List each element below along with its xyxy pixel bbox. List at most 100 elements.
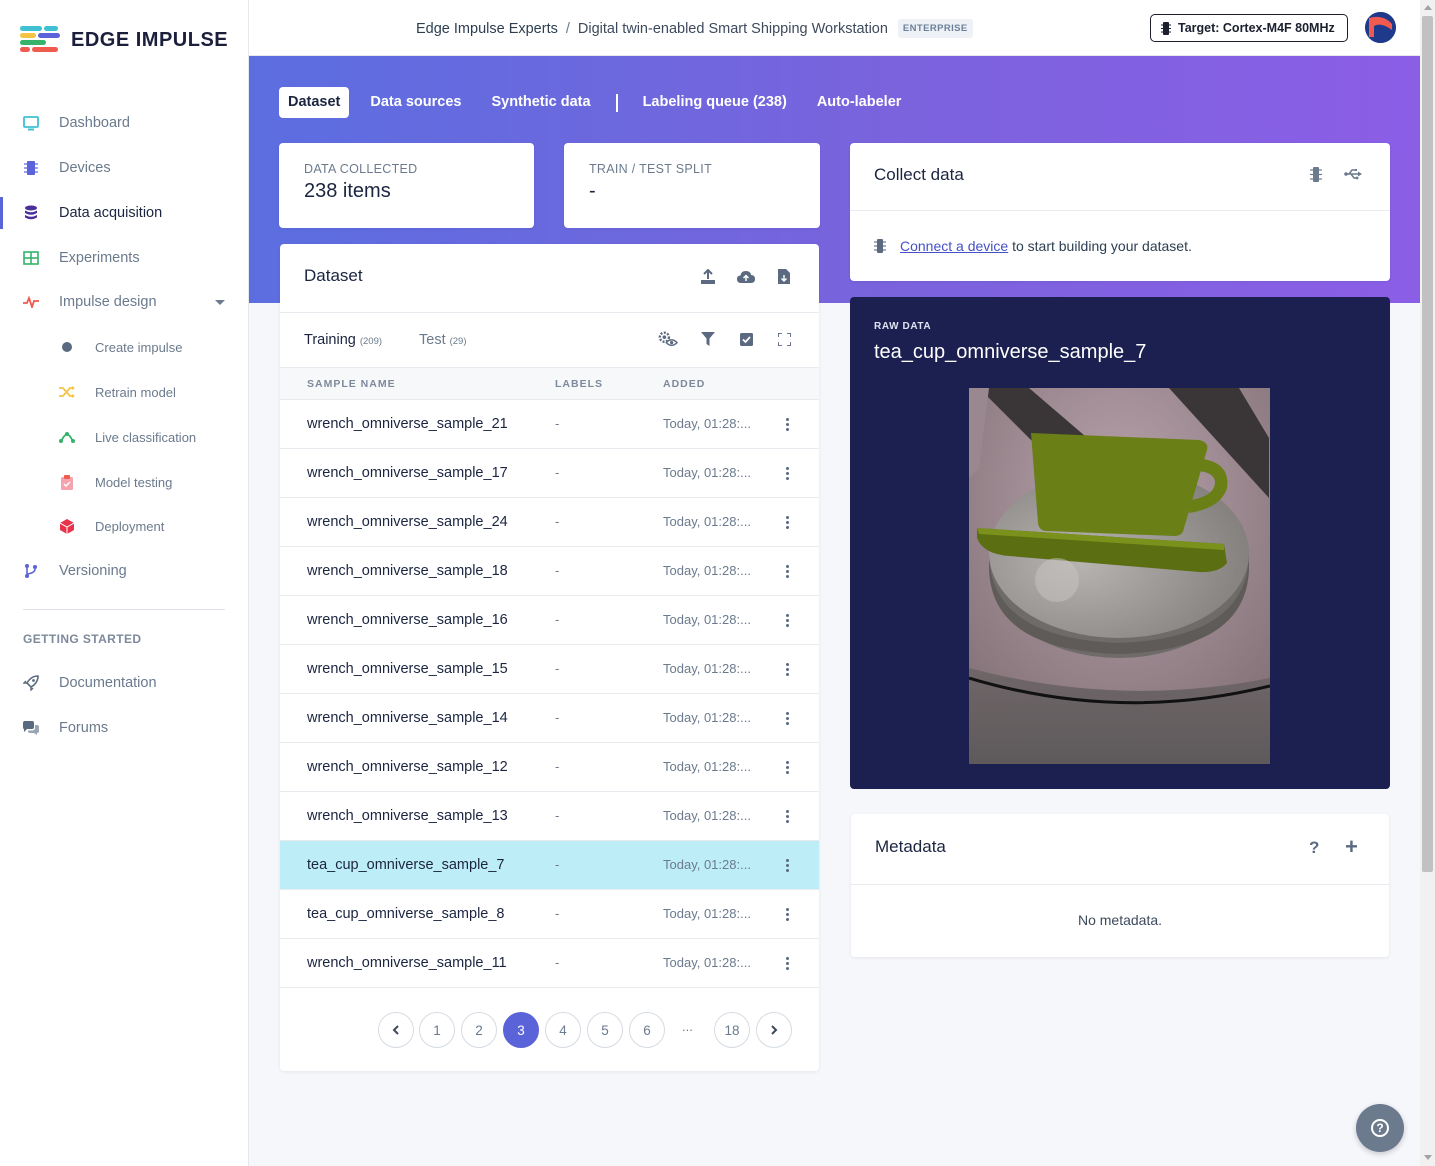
table-row[interactable]: tea_cup_omniverse_sample_7 - Today, 01:28:… bbox=[280, 841, 819, 890]
sample-label: - bbox=[555, 808, 560, 823]
upload-icon[interactable] bbox=[698, 266, 718, 286]
breadcrumb-separator: / bbox=[565, 20, 570, 37]
data-collected-value: 238 items bbox=[304, 180, 391, 202]
page-4-button[interactable]: 4 bbox=[545, 1012, 581, 1048]
tab-synthetic-data[interactable]: Synthetic data bbox=[482, 87, 599, 118]
dataset-title: Dataset bbox=[304, 266, 363, 285]
more-options-icon[interactable] bbox=[780, 659, 794, 679]
prev-page-button[interactable] bbox=[378, 1012, 414, 1048]
sidebar-item-devices[interactable]: Devices bbox=[0, 148, 249, 188]
column-sample-name[interactable]: SAMPLE NAME bbox=[307, 378, 396, 390]
train-test-split-label: TRAIN / TEST SPLIT bbox=[589, 162, 713, 176]
sidebar-item-dashboard[interactable]: Dashboard bbox=[0, 103, 249, 143]
add-metadata-icon[interactable]: + bbox=[1345, 834, 1358, 860]
chevron-down-icon[interactable] bbox=[215, 300, 225, 305]
chevron-right-icon bbox=[771, 1025, 778, 1035]
page-2-button[interactable]: 2 bbox=[461, 1012, 497, 1048]
tab-dataset[interactable]: Dataset bbox=[279, 87, 350, 118]
table-row[interactable]: wrench_omniverse_sample_18 - Today, 01:28:… bbox=[280, 547, 819, 596]
sample-label: - bbox=[555, 857, 560, 872]
train-test-split-card: TRAIN / TEST SPLIT - bbox=[564, 143, 820, 228]
more-options-icon[interactable] bbox=[780, 708, 794, 728]
last-page-button[interactable]: 18 bbox=[714, 1012, 750, 1048]
table-row[interactable]: wrench_omniverse_sample_16 - Today, 01:28:… bbox=[280, 596, 819, 645]
table-row[interactable]: wrench_omniverse_sample_24 - Today, 01:28:… bbox=[280, 498, 819, 547]
sidebar-item-label: Retrain model bbox=[95, 384, 176, 400]
page-3-button[interactable]: 3 bbox=[503, 1012, 539, 1048]
question-icon: ? bbox=[1371, 1119, 1389, 1137]
sidebar-item-impulse-design[interactable]: Impulse design bbox=[0, 282, 249, 322]
sidebar-item-deployment[interactable]: Deployment bbox=[0, 506, 249, 546]
table-row[interactable]: wrench_omniverse_sample_13 - Today, 01:28:… bbox=[280, 792, 819, 841]
chip-icon[interactable] bbox=[1306, 164, 1326, 184]
more-options-icon[interactable] bbox=[780, 757, 794, 777]
page-6-button[interactable]: 6 bbox=[629, 1012, 665, 1048]
sidebar-item-label: Impulse design bbox=[59, 294, 157, 310]
help-button[interactable]: ? bbox=[1356, 1104, 1404, 1152]
tab-training[interactable]: Training (209) bbox=[304, 332, 382, 348]
tab-labeling-queue[interactable]: Labeling queue (238) bbox=[634, 87, 796, 118]
sidebar-item-label: Deployment bbox=[95, 518, 165, 534]
scrollbar-thumb[interactable] bbox=[1422, 16, 1433, 872]
sidebar-item-retrain-model[interactable]: Retrain model bbox=[0, 372, 249, 412]
table-row[interactable]: wrench_omniverse_sample_17 - Today, 01:28:… bbox=[280, 449, 819, 498]
more-options-icon[interactable] bbox=[780, 953, 794, 973]
more-options-icon[interactable] bbox=[780, 610, 794, 630]
usb-icon[interactable] bbox=[1343, 164, 1363, 184]
table-row[interactable]: wrench_omniverse_sample_11 - Today, 01:28:… bbox=[280, 939, 819, 988]
more-options-icon[interactable] bbox=[780, 855, 794, 875]
table-row[interactable]: wrench_omniverse_sample_12 - Today, 01:28:… bbox=[280, 743, 819, 792]
table-row[interactable]: wrench_omniverse_sample_21 - Today, 01:28:… bbox=[280, 400, 819, 449]
sample-label: - bbox=[555, 906, 560, 921]
more-options-icon[interactable] bbox=[780, 463, 794, 483]
column-labels[interactable]: LABELS bbox=[555, 378, 603, 390]
scroll-up-arrow-icon[interactable] bbox=[1424, 5, 1432, 10]
raw-data-label: RAW DATA bbox=[874, 321, 932, 332]
sidebar-item-documentation[interactable]: Documentation bbox=[0, 663, 249, 703]
table-row[interactable]: wrench_omniverse_sample_14 - Today, 01:28:… bbox=[280, 694, 819, 743]
sidebar-item-versioning[interactable]: Versioning bbox=[0, 551, 249, 591]
sidebar-item-forums[interactable]: Forums bbox=[0, 708, 249, 748]
breadcrumb-org[interactable]: Edge Impulse Experts bbox=[416, 21, 558, 37]
metadata-help-icon[interactable]: ? bbox=[1309, 838, 1319, 858]
sample-added: Today, 01:28:... bbox=[663, 857, 751, 872]
more-options-icon[interactable] bbox=[780, 561, 794, 581]
data-acquisition-tabs: Dataset Data sources Synthetic data Labe… bbox=[279, 87, 922, 118]
column-added[interactable]: ADDED bbox=[663, 378, 705, 390]
sample-name: wrench_omniverse_sample_16 bbox=[307, 612, 508, 628]
more-options-icon[interactable] bbox=[780, 806, 794, 826]
sidebar-item-data-acquisition[interactable]: Data acquisition bbox=[0, 193, 249, 233]
page-5-button[interactable]: 5 bbox=[587, 1012, 623, 1048]
sidebar-item-live-classification[interactable]: Live classification bbox=[0, 417, 249, 457]
table-row[interactable]: wrench_omniverse_sample_15 - Today, 01:28:… bbox=[280, 645, 819, 694]
tab-data-sources[interactable]: Data sources bbox=[361, 87, 470, 118]
more-options-icon[interactable] bbox=[780, 512, 794, 532]
eye-settings-icon[interactable] bbox=[658, 329, 678, 349]
test-label: Test bbox=[419, 332, 446, 348]
logo[interactable]: EDGE IMPULSE bbox=[20, 26, 228, 54]
filter-icon[interactable] bbox=[698, 329, 718, 349]
sidebar-item-create-impulse[interactable]: Create impulse bbox=[0, 327, 249, 367]
sample-label: - bbox=[555, 612, 560, 627]
sidebar-item-label: Devices bbox=[59, 160, 111, 176]
more-options-icon[interactable] bbox=[780, 414, 794, 434]
select-checkbox-icon[interactable] bbox=[736, 329, 756, 349]
avatar[interactable] bbox=[1365, 12, 1396, 43]
sidebar-item-experiments[interactable]: Experiments bbox=[0, 238, 249, 278]
table-row[interactable]: tea_cup_omniverse_sample_8 - Today, 01:28:… bbox=[280, 890, 819, 939]
scroll-down-arrow-icon[interactable] bbox=[1424, 1155, 1432, 1160]
cloud-upload-icon[interactable] bbox=[736, 266, 756, 286]
tab-auto-labeler[interactable]: Auto-labeler bbox=[808, 87, 911, 118]
more-options-icon[interactable] bbox=[780, 904, 794, 924]
fullscreen-icon[interactable] bbox=[774, 329, 794, 349]
export-file-icon[interactable] bbox=[774, 266, 794, 286]
breadcrumb-project[interactable]: Digital twin-enabled Smart Shipping Work… bbox=[578, 21, 888, 37]
sidebar-item-model-testing[interactable]: Model testing bbox=[0, 462, 249, 502]
sample-name: wrench_omniverse_sample_11 bbox=[307, 955, 507, 971]
sample-added: Today, 01:28:... bbox=[663, 563, 751, 578]
next-page-button[interactable] bbox=[756, 1012, 792, 1048]
tab-test[interactable]: Test (29) bbox=[419, 332, 467, 348]
connect-device-link[interactable]: Connect a device bbox=[900, 238, 1008, 254]
target-button[interactable]: Target: Cortex-M4F 80MHz bbox=[1150, 14, 1348, 42]
page-1-button[interactable]: 1 bbox=[419, 1012, 455, 1048]
